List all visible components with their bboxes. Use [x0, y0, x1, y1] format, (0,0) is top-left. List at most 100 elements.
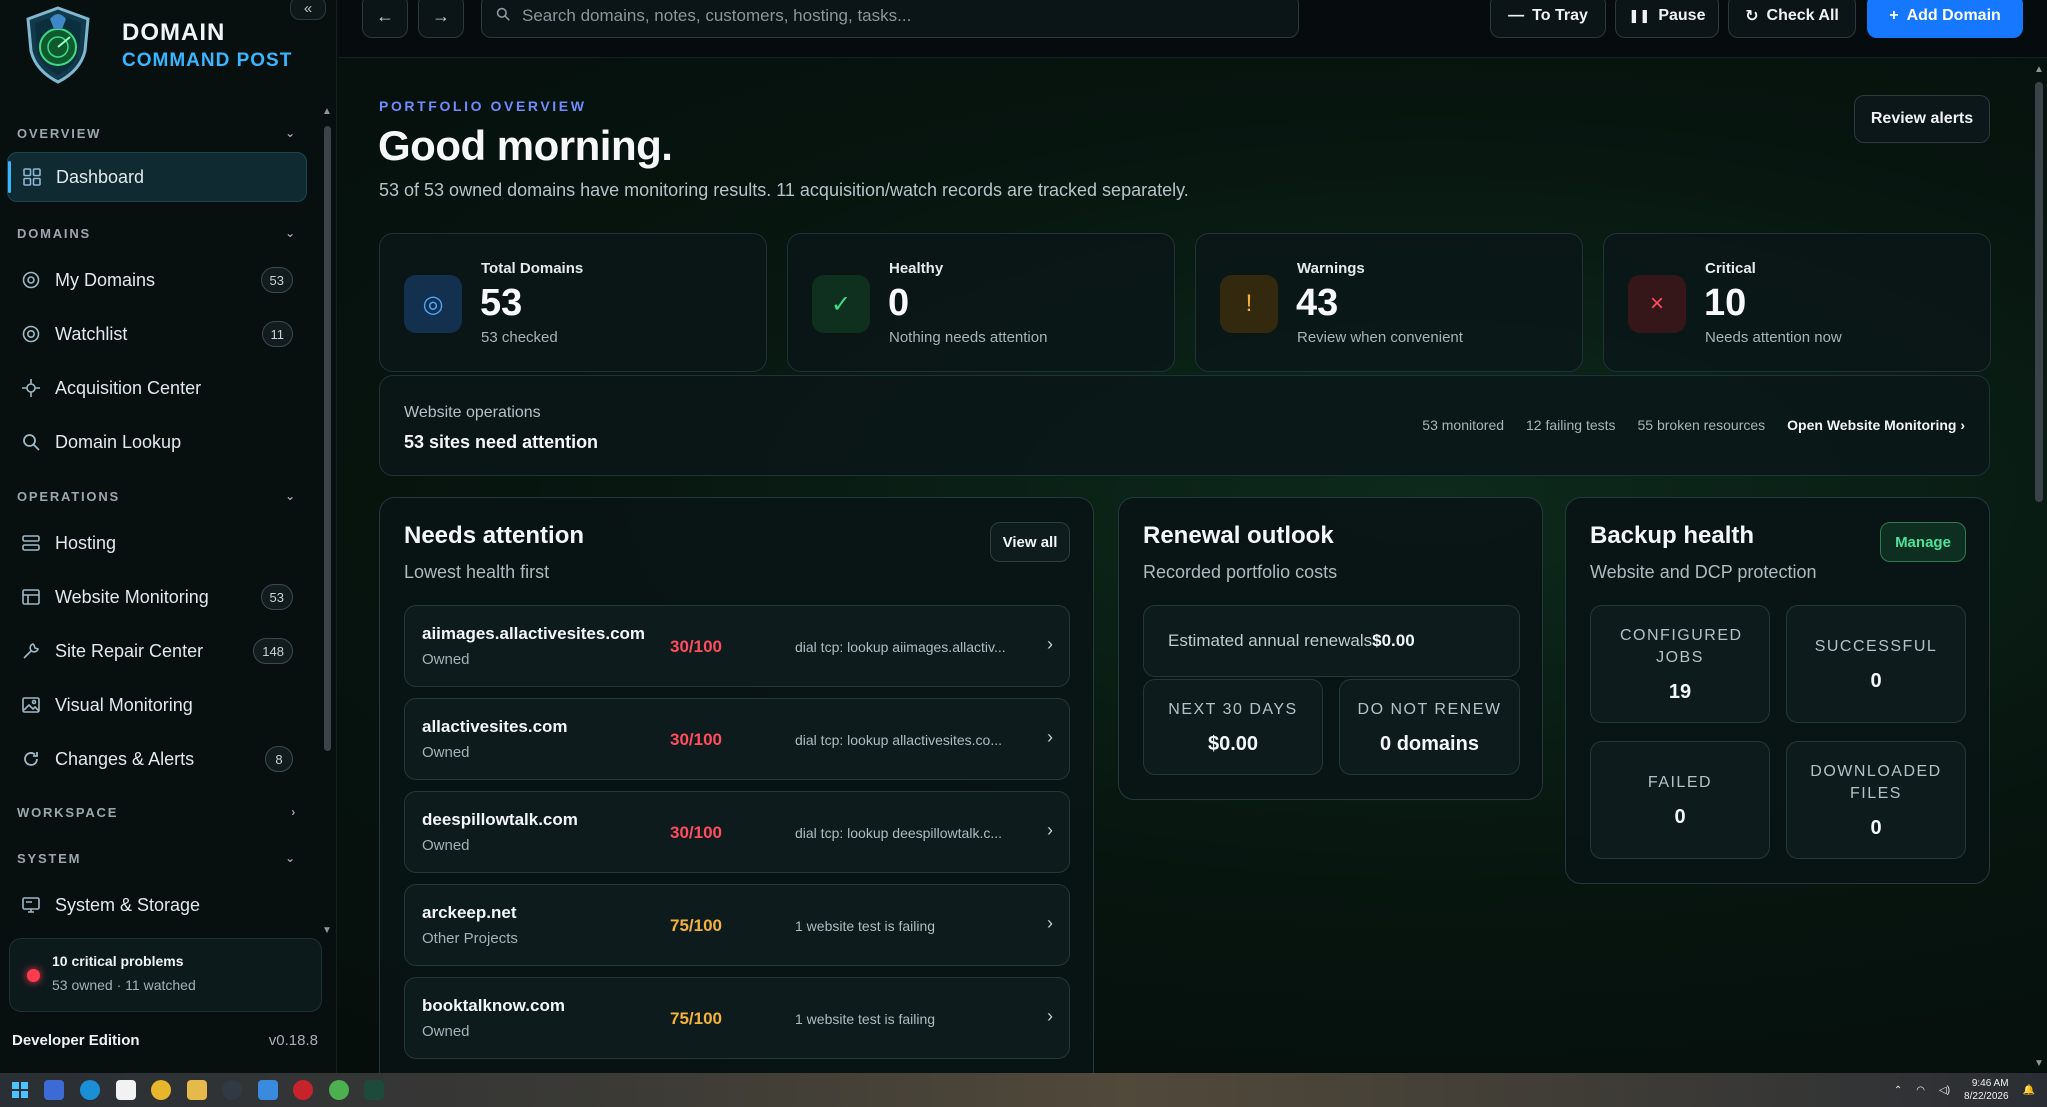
review-alerts-button[interactable]: Review alerts — [1854, 95, 1990, 143]
annual-renewals-label: Estimated annual renewals — [1168, 631, 1373, 650]
button-label: Pause — [1658, 7, 1706, 24]
sidebar-item-hosting[interactable]: Hosting — [7, 518, 307, 568]
sidebar-item-watchlist[interactable]: Watchlist 11 — [7, 309, 307, 359]
stat-value: 53 — [480, 282, 523, 324]
row-score: 75/100 — [670, 916, 722, 935]
pause-button[interactable]: ❚❚ Pause — [1615, 0, 1719, 38]
notification-icon[interactable]: 🔔 — [2023, 1085, 2035, 1096]
view-all-button[interactable]: View all — [990, 522, 1070, 562]
search-icon — [496, 7, 510, 26]
volume-icon[interactable]: ◁) — [1939, 1085, 1950, 1096]
stat-sub: Nothing needs attention — [889, 329, 1048, 346]
stat-label: Warnings — [1297, 260, 1365, 277]
section-overview[interactable]: OVERVIEW ⌄ — [17, 126, 297, 141]
chrome-icon[interactable] — [151, 1080, 171, 1100]
collapse-sidebar-button[interactable]: « — [290, 0, 326, 20]
panel-subtitle: Lowest health first — [404, 562, 550, 582]
edge-browser-icon[interactable] — [80, 1080, 100, 1100]
app-icon[interactable] — [222, 1080, 242, 1100]
brand-title: DOMAIN — [122, 18, 226, 46]
minimize-icon: — — [1508, 7, 1525, 24]
wifi-icon[interactable]: ◠ — [1916, 1085, 1925, 1096]
stat-label: Healthy — [889, 260, 944, 277]
sidebar-item-site-repair-center[interactable]: Site Repair Center 148 — [7, 626, 307, 676]
sidebar-item-acquisition-center[interactable]: Acquisition Center — [7, 363, 307, 413]
website-operations-card: Website operations 53 sites need attenti… — [379, 375, 1990, 476]
annual-renewals-box: Estimated annual renewals $0.00 — [1143, 605, 1520, 677]
stat-card-critical[interactable]: × Critical 10 Needs attention now — [1603, 233, 1991, 372]
windows-start-icon[interactable] — [10, 1080, 30, 1100]
manage-backups-button[interactable]: Manage — [1880, 522, 1966, 562]
stat-card-warnings[interactable]: ! Warnings 43 Review when convenient — [1195, 233, 1583, 372]
sidebar-item-website-monitoring[interactable]: Website Monitoring 53 — [7, 572, 307, 622]
stat-label: Critical — [1705, 260, 1756, 277]
stat-sub: Review when convenient — [1297, 329, 1463, 346]
section-system[interactable]: SYSTEM ⌄ — [17, 851, 297, 866]
scrollbar-thumb[interactable] — [2035, 82, 2043, 502]
page-subtitle: 53 of 53 owned domains have monitoring r… — [379, 180, 1189, 200]
forward-button[interactable]: → — [418, 0, 464, 38]
chevron-down-icon: ⌄ — [285, 851, 297, 865]
sidebar-item-label: Hosting — [55, 532, 117, 553]
scroll-down-icon[interactable]: ▼ — [2034, 1058, 2044, 1069]
chevron-right-icon: › — [1047, 634, 1053, 654]
to-tray-button[interactable]: — To Tray — [1490, 0, 1606, 38]
clock[interactable]: 9:46 AM 8/22/2026 — [1964, 1077, 2009, 1103]
sidebar-item-system-storage[interactable]: System & Storage — [7, 880, 307, 930]
website-ops-label: Website operations — [404, 404, 541, 421]
attention-row[interactable]: arckeep.net Other Projects 75/100 1 webs… — [404, 884, 1070, 966]
back-button[interactable]: ← — [362, 0, 408, 38]
sidebar-item-dashboard[interactable]: Dashboard — [7, 152, 307, 202]
attention-row[interactable]: aiimages.allactivesites.com Owned 30/100… — [404, 605, 1070, 687]
store-icon[interactable] — [116, 1080, 136, 1100]
backup-health-panel: Backup health Website and DCP protection… — [1565, 497, 1990, 884]
row-domain: deespillowtalk.com — [422, 810, 578, 829]
stat-sub: 53 checked — [481, 329, 558, 346]
target-icon: ◎ — [404, 275, 462, 333]
row-score: 30/100 — [670, 823, 722, 842]
chevron-up-icon[interactable]: ⌃ — [1894, 1085, 1902, 1096]
needs-attention-panel: Needs attention Lowest health first View… — [379, 497, 1094, 1097]
stat-card-total[interactable]: ◎ Total Domains 53 53 checked — [379, 233, 767, 372]
attention-row[interactable]: booktalknow.com Owned 75/100 1 website t… — [404, 977, 1070, 1059]
search-bar[interactable] — [481, 0, 1299, 38]
sidebar-item-domain-lookup[interactable]: Domain Lookup — [7, 417, 307, 467]
section-workspace[interactable]: WORKSPACE › — [17, 805, 297, 820]
attention-row[interactable]: deespillowtalk.com Owned 30/100 dial tcp… — [404, 791, 1070, 873]
failed-box: FAILED 0 — [1590, 741, 1770, 859]
file-explorer-icon[interactable] — [187, 1080, 207, 1100]
widgets-icon[interactable] — [44, 1080, 64, 1100]
scrollbar-thumb[interactable] — [324, 126, 331, 751]
app-icon[interactable] — [258, 1080, 278, 1100]
panel-subtitle: Recorded portfolio costs — [1143, 562, 1338, 582]
scroll-up-icon[interactable]: ▲ — [2034, 64, 2044, 75]
row-message: dial tcp: lookup allactivesites.co... — [795, 732, 1002, 748]
sidebar-scrollbar[interactable]: ▲ ▼ — [321, 106, 333, 936]
row-group: Owned — [422, 837, 470, 854]
sidebar-item-changes-alerts[interactable]: Changes & Alerts 8 — [7, 734, 307, 784]
scroll-down-icon[interactable]: ▼ — [322, 925, 332, 936]
main-scrollbar[interactable]: ▲ ▼ — [2030, 58, 2047, 1073]
section-domains[interactable]: DOMAINS ⌄ — [17, 226, 297, 241]
panel-title: Backup health — [1590, 522, 1755, 549]
row-message: dial tcp: lookup deespillowtalk.c... — [795, 825, 1002, 841]
eye-icon — [21, 324, 41, 344]
chrome-icon[interactable] — [329, 1080, 349, 1100]
check-all-button[interactable]: ↻ Check All — [1728, 0, 1856, 38]
open-website-monitoring-link[interactable]: Open Website Monitoring › — [1787, 417, 1965, 433]
sidebar-item-visual-monitoring[interactable]: Visual Monitoring — [7, 680, 307, 730]
box-label: SUCCESSFUL — [1814, 637, 1938, 655]
refresh-icon — [21, 749, 41, 769]
critical-problems-card[interactable]: 10 critical problems 53 owned · 11 watch… — [9, 938, 322, 1012]
app-icon[interactable] — [293, 1080, 313, 1100]
attention-row[interactable]: allactivesites.com Owned 30/100 dial tcp… — [404, 698, 1070, 780]
sidebar-item-label: Site Repair Center — [55, 640, 204, 661]
stat-card-healthy[interactable]: ✓ Healthy 0 Nothing needs attention — [787, 233, 1175, 372]
domain-command-post-icon[interactable] — [364, 1080, 384, 1100]
section-operations[interactable]: OPERATIONS ⌄ — [17, 489, 297, 504]
sidebar-item-my-domains[interactable]: My Domains 53 — [7, 255, 307, 305]
add-domain-button[interactable]: + Add Domain — [1867, 0, 2023, 38]
search-input[interactable] — [522, 6, 1282, 26]
panel-title: Renewal outlook — [1143, 522, 1334, 549]
scroll-up-icon[interactable]: ▲ — [322, 106, 332, 117]
